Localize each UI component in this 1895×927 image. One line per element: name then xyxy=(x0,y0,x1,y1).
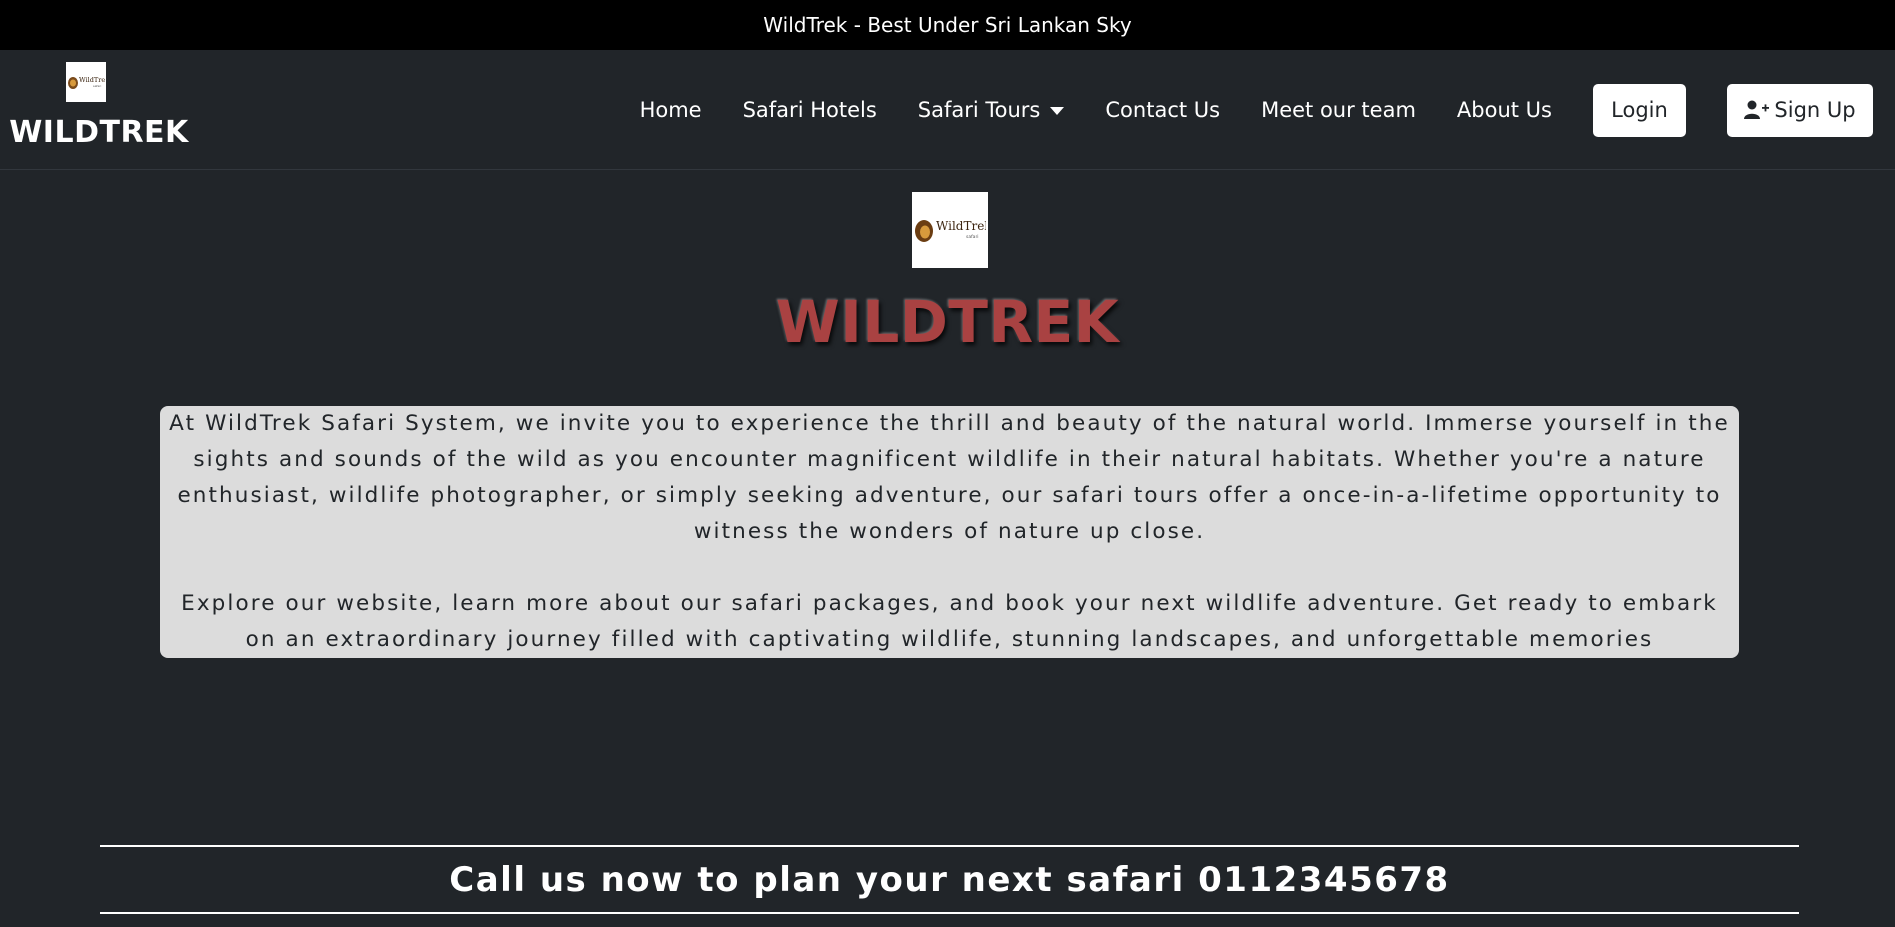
login-button[interactable]: Login xyxy=(1593,83,1686,137)
nav-meet-our-team-label: Meet our team xyxy=(1261,98,1416,122)
nav-safari-tours-dropdown[interactable]: Safari Tours xyxy=(918,98,1065,122)
brand[interactable]: WildTrek safari WILDTREK xyxy=(9,62,188,150)
top-banner-text: WildTrek - Best Under Sri Lankan Sky xyxy=(763,13,1132,37)
nav-safari-hotels-label: Safari Hotels xyxy=(742,98,877,122)
top-banner: WildTrek - Best Under Sri Lankan Sky xyxy=(0,0,1895,50)
svg-text:safari: safari xyxy=(93,84,102,88)
svg-text:WildTrek: WildTrek xyxy=(79,76,105,84)
nav-contact-us[interactable]: Contact Us xyxy=(1105,98,1220,122)
lion-logo-icon: WildTrek safari xyxy=(915,219,986,242)
intro-paragraph-2: Explore our website, learn more about ou… xyxy=(181,591,1718,652)
signup-button-label: Sign Up xyxy=(1774,98,1856,122)
hero-title: WILDTREK xyxy=(775,288,1120,356)
nav-home[interactable]: Home xyxy=(640,98,702,122)
lion-logo-icon: WildTrek safari xyxy=(68,76,105,89)
svg-text:safari: safari xyxy=(966,234,979,240)
nav-about-us[interactable]: About Us xyxy=(1457,98,1552,122)
nav-links: Home Safari Hotels Safari Tours Contact … xyxy=(640,50,1873,170)
nav-home-label: Home xyxy=(639,98,702,122)
hero-logo: WildTrek safari xyxy=(912,192,988,268)
intro-box: At WildTrek Safari System, we invite you… xyxy=(160,406,1739,658)
intro-paragraph-1: At WildTrek Safari System, we invite you… xyxy=(169,411,1730,544)
signup-button[interactable]: Sign Up xyxy=(1727,83,1873,137)
user-plus-icon xyxy=(1744,100,1770,119)
svg-text:WildTrek: WildTrek xyxy=(936,219,986,233)
login-button-label: Login xyxy=(1611,98,1668,122)
call-us-text: Call us now to plan your next safari 011… xyxy=(449,859,1450,900)
brand-logo[interactable]: WildTrek safari xyxy=(66,62,106,102)
nav-about-us-label: About Us xyxy=(1456,98,1552,122)
navbar: WildTrek safari WILDTREK Home Safari Hot… xyxy=(0,50,1895,170)
call-us-banner: Call us now to plan your next safari 011… xyxy=(100,845,1799,914)
caret-down-icon xyxy=(1050,107,1065,115)
nav-safari-hotels[interactable]: Safari Hotels xyxy=(743,98,877,122)
brand-name[interactable]: WILDTREK xyxy=(9,115,189,150)
hero-section: WildTrek safari WILDTREK At WildTrek Saf… xyxy=(0,170,1895,927)
nav-meet-our-team[interactable]: Meet our team xyxy=(1261,98,1416,122)
nav-safari-tours-label: Safari Tours xyxy=(917,98,1041,122)
nav-contact-us-label: Contact Us xyxy=(1105,98,1221,122)
